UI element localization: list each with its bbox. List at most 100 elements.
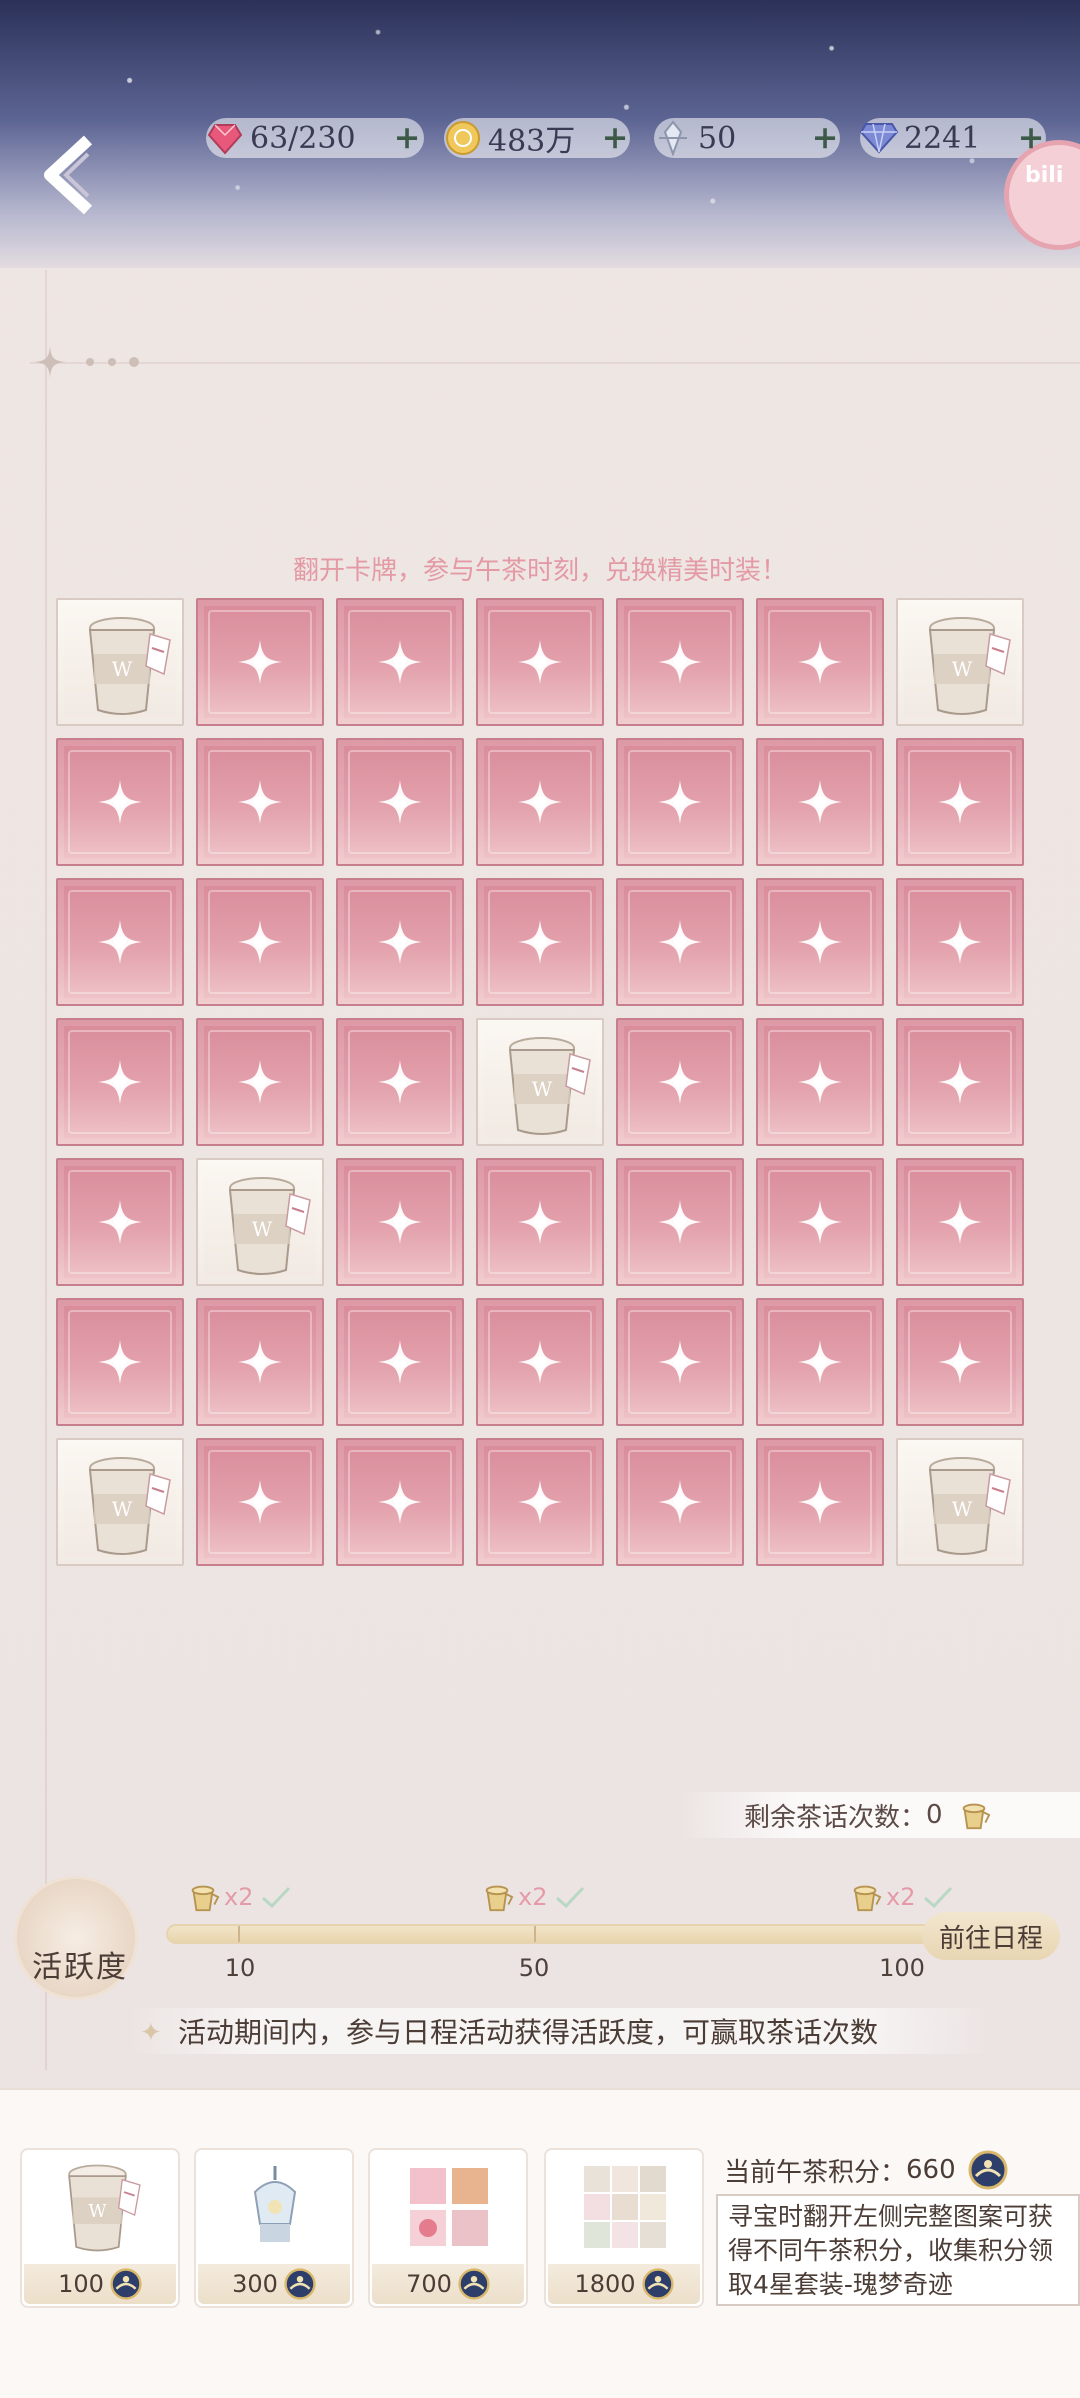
hidden-card[interactable] (896, 1158, 1024, 1286)
hidden-card[interactable] (616, 1158, 744, 1286)
add-gold-button[interactable]: + (600, 118, 630, 156)
hidden-card[interactable] (476, 598, 604, 726)
milestone-reward[interactable]: x2 (848, 1880, 953, 1914)
sparkle-star-icon (796, 1058, 844, 1106)
price-tag: 1800 (548, 2264, 700, 2304)
hidden-card[interactable] (896, 878, 1024, 1006)
card-grid (56, 598, 1024, 1566)
gold-cup-icon (186, 1880, 220, 1914)
remaining-value: 0 (926, 1800, 943, 1830)
crystal-value: 50 (698, 120, 737, 156)
hidden-card[interactable] (196, 1438, 324, 1566)
hidden-card[interactable] (616, 878, 744, 1006)
sparkle-star-icon (236, 1338, 284, 1386)
hidden-card[interactable] (56, 1018, 184, 1146)
revealed-card[interactable] (196, 1158, 324, 1286)
sparkle-star-icon (796, 1478, 844, 1526)
hidden-card[interactable] (336, 1438, 464, 1566)
hidden-card[interactable] (476, 738, 604, 866)
price-value: 100 (58, 2270, 104, 2298)
hidden-card[interactable] (196, 598, 324, 726)
sparkle-star-icon (656, 918, 704, 966)
revealed-card[interactable] (476, 1018, 604, 1146)
hidden-card[interactable] (196, 1298, 324, 1426)
sparkle-star-icon (376, 1058, 424, 1106)
shop-item[interactable]: 1800 (544, 2148, 704, 2308)
revealed-card[interactable] (896, 1438, 1024, 1566)
sparkle-star-icon (516, 778, 564, 826)
hidden-card[interactable] (196, 878, 324, 1006)
price-tag: 300 (198, 2264, 350, 2304)
hidden-card[interactable] (336, 1158, 464, 1286)
hidden-card[interactable] (616, 1298, 744, 1426)
hidden-card[interactable] (56, 1158, 184, 1286)
sparkle-star-icon (796, 1198, 844, 1246)
hidden-card[interactable] (476, 878, 604, 1006)
hidden-card[interactable] (196, 738, 324, 866)
revealed-card[interactable] (56, 598, 184, 726)
hidden-card[interactable] (616, 1438, 744, 1566)
hidden-card[interactable] (756, 1298, 884, 1426)
hidden-card[interactable] (336, 878, 464, 1006)
heart-gem-icon (206, 119, 244, 157)
goto-schedule-button[interactable]: 前往日程 (922, 1912, 1060, 1960)
hidden-card[interactable] (56, 878, 184, 1006)
sparkle-star-icon (376, 1198, 424, 1246)
sparkle-star-icon (236, 638, 284, 686)
hidden-card[interactable] (336, 738, 464, 866)
sparkle-star-icon (376, 638, 424, 686)
activity-progress-bar (166, 1924, 942, 1944)
milestone-value: 50 (518, 1954, 550, 1982)
activity-label: 活跃度 (32, 1950, 128, 1985)
hidden-card[interactable] (336, 1298, 464, 1426)
add-crystal-button[interactable]: + (810, 118, 840, 156)
sparkle-star-icon (936, 1198, 984, 1246)
gold-cup-icon (480, 1880, 514, 1914)
gold-cup-icon (848, 1880, 882, 1914)
hidden-card[interactable] (616, 1018, 744, 1146)
back-arrow-icon[interactable] (28, 130, 118, 220)
hidden-card[interactable] (896, 1018, 1024, 1146)
hidden-card[interactable] (336, 1018, 464, 1146)
hidden-card[interactable] (896, 1298, 1024, 1426)
resource-gold: 483万 + (444, 118, 630, 159)
tea-point-coin-icon (110, 2268, 142, 2300)
hidden-card[interactable] (336, 598, 464, 726)
hidden-card[interactable] (616, 738, 744, 866)
milestone-value: 100 (879, 1954, 925, 1982)
hidden-card[interactable] (476, 1438, 604, 1566)
hidden-card[interactable] (756, 1158, 884, 1286)
revealed-card[interactable] (56, 1438, 184, 1566)
hidden-card[interactable] (756, 1018, 884, 1146)
hidden-card[interactable] (56, 1298, 184, 1426)
outfit-set-icon (584, 2166, 666, 2248)
milestone-reward[interactable]: x2 (186, 1880, 291, 1914)
shop-item[interactable]: 700 (368, 2148, 528, 2308)
hidden-card[interactable] (196, 1018, 324, 1146)
reward-multiplier: x2 (224, 1883, 254, 1911)
current-points: 当前午茶积分： 660 (724, 2150, 1008, 2190)
hidden-card[interactable] (756, 1438, 884, 1566)
hidden-card[interactable] (756, 738, 884, 866)
gold-cup-icon (957, 1798, 991, 1832)
milestone-reward[interactable]: x2 (480, 1880, 585, 1914)
hidden-card[interactable] (756, 598, 884, 726)
sparkle-star-icon (656, 1338, 704, 1386)
hidden-card[interactable] (56, 738, 184, 866)
hidden-card[interactable] (476, 1158, 604, 1286)
tea-point-coin-icon (458, 2268, 490, 2300)
tea-point-coin-icon (284, 2268, 316, 2300)
decorative-line (45, 270, 47, 2070)
add-diamond-button[interactable]: + (1016, 118, 1046, 156)
sparkle-star-icon (656, 1478, 704, 1526)
revealed-card[interactable] (896, 598, 1024, 726)
hidden-card[interactable] (896, 738, 1024, 866)
shop-item[interactable]: 300 (194, 2148, 354, 2308)
check-icon (924, 1886, 953, 1908)
hidden-card[interactable] (756, 878, 884, 1006)
shop-item[interactable]: 100 (20, 2148, 180, 2308)
add-stamina-button[interactable]: + (392, 118, 422, 156)
price-value: 700 (406, 2270, 452, 2298)
hidden-card[interactable] (616, 598, 744, 726)
hidden-card[interactable] (476, 1298, 604, 1426)
